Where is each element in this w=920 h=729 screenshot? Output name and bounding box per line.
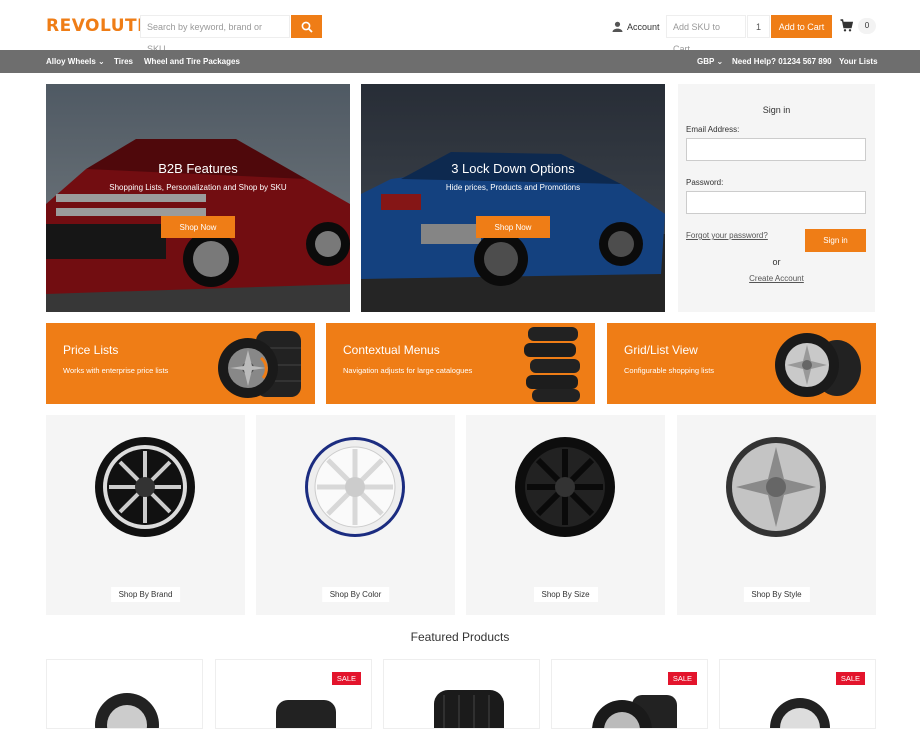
white-wheel-image [305, 437, 405, 537]
account-label: Account [627, 21, 660, 32]
promo-subtitle: Configurable shopping lists [624, 366, 715, 375]
hero-banner-b2b[interactable]: B2B Features Shopping Lists, Personaliza… [46, 84, 350, 312]
sale-badge: SALE [667, 672, 697, 685]
chevron-down-icon: ⌄ [716, 57, 724, 66]
search-input[interactable]: Search by keyword, brand or SKU [140, 15, 290, 54]
product-image [592, 695, 677, 728]
hero-subtitle: Hide prices, Products and Promotions [445, 183, 581, 192]
search-button[interactable] [291, 15, 322, 38]
matte-black-wheel-image [515, 437, 615, 537]
add-to-cart-button[interactable]: Add to Cart [771, 15, 832, 38]
nav-label: Alloy Wheels [46, 57, 96, 66]
product-card[interactable] [46, 659, 203, 729]
currency-selector[interactable]: GBP ⌄ [697, 57, 723, 66]
product-card[interactable]: SALE [719, 659, 876, 729]
featured-products-title: Featured Products [410, 630, 510, 644]
product-card[interactable] [383, 659, 540, 729]
product-card[interactable]: SALE [215, 659, 372, 729]
promo-price-lists[interactable]: Price Lists Works with enterprise price … [46, 323, 315, 404]
forgot-password-link[interactable]: Forgot your password? [686, 231, 768, 240]
product-image [95, 693, 159, 728]
category-shop-by-size[interactable]: Shop By Size [466, 415, 665, 615]
shop-now-button[interactable]: Shop Now [476, 216, 550, 238]
email-field[interactable] [686, 138, 866, 161]
wheel-tire-image [775, 333, 861, 397]
product-image [770, 698, 830, 728]
hero-overlay [361, 84, 665, 312]
promo-grid-list-view[interactable]: Grid/List View Configurable shopping lis… [607, 323, 876, 404]
top-header: REVOLUTION Search by keyword, brand or S… [0, 0, 920, 54]
category-label: Shop By Color [321, 587, 390, 602]
sale-badge: SALE [835, 672, 865, 685]
product-image [276, 700, 336, 728]
promo-title: Contextual Menus [343, 343, 440, 357]
cart-count-badge: 0 [858, 18, 876, 34]
shop-now-button[interactable]: Shop Now [161, 216, 235, 238]
sku-input[interactable]: Add SKU to Cart [666, 15, 746, 54]
password-field[interactable] [686, 191, 866, 214]
promo-contextual-menus[interactable]: Contextual Menus Navigation adjusts for … [326, 323, 595, 404]
hero-subtitle: Shopping Lists, Personalization and Shop… [109, 183, 287, 192]
or-separator: or [772, 257, 781, 267]
nav-tires[interactable]: Tires [114, 57, 133, 66]
your-lists-link[interactable]: Your Lists [839, 57, 878, 66]
signin-panel: Sign in Email Address: Password: Forgot … [678, 84, 875, 312]
tire-stack-image [524, 327, 580, 402]
nav-wheel-tire-packages[interactable]: Wheel and Tire Packages [144, 57, 240, 66]
email-label: Email Address: [686, 125, 740, 134]
account-link[interactable]: Account [612, 21, 660, 32]
main-nav: Alloy Wheels ⌄ Tires Wheel and Tire Pack… [0, 50, 920, 73]
currency-label: GBP [697, 57, 715, 66]
nav-alloy-wheels[interactable]: Alloy Wheels ⌄ [46, 57, 105, 66]
hero-title: 3 Lock Down Options [451, 161, 575, 176]
promo-title: Grid/List View [624, 343, 698, 357]
category-label: Shop By Brand [110, 587, 181, 602]
product-image [434, 690, 504, 728]
signin-button[interactable]: Sign in [805, 229, 866, 252]
hero-title: B2B Features [158, 161, 238, 176]
create-account-link[interactable]: Create Account [678, 274, 875, 283]
tire-stack-image [218, 331, 301, 398]
promo-subtitle: Navigation adjusts for large catalogues [343, 366, 473, 375]
sale-badge: SALE [331, 672, 361, 685]
product-card[interactable]: SALE [551, 659, 708, 729]
password-label: Password: [686, 178, 724, 187]
category-shop-by-brand[interactable]: Shop By Brand [46, 415, 245, 615]
quantity-input[interactable]: 1 [747, 15, 770, 38]
search-icon [301, 21, 313, 33]
promo-subtitle: Works with enterprise price lists [63, 366, 169, 375]
signin-title: Sign in [762, 105, 791, 115]
category-shop-by-style[interactable]: Shop By Style [677, 415, 876, 615]
category-label: Shop By Style [743, 587, 810, 602]
help-phone[interactable]: Need Help? 01234 567 890 [732, 57, 832, 66]
chevron-down-icon: ⌄ [98, 57, 105, 66]
user-icon [612, 21, 623, 32]
hero-overlay [46, 84, 350, 312]
hero-banner-lockdown[interactable]: 3 Lock Down Options Hide prices, Product… [361, 84, 665, 312]
promo-title: Price Lists [63, 343, 119, 357]
category-label: Shop By Size [533, 587, 598, 602]
cart-icon[interactable] [840, 19, 853, 32]
black-wheel-image [95, 437, 195, 537]
silver-wheel-image [726, 437, 826, 537]
category-shop-by-color[interactable]: Shop By Color [256, 415, 455, 615]
